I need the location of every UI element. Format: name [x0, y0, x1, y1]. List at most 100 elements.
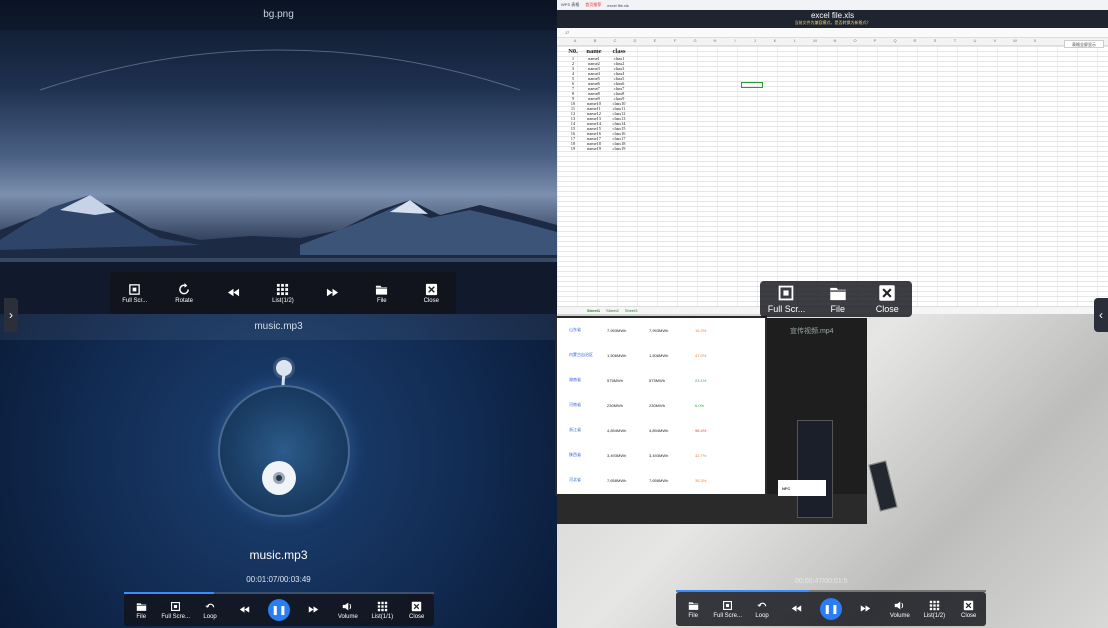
- file-button[interactable]: File: [365, 283, 399, 304]
- file-button[interactable]: File: [124, 601, 158, 620]
- slide-cell: 7,658MWh: [607, 477, 627, 483]
- table-cell[interactable]: name: [581, 48, 607, 56]
- column-letter[interactable]: N: [825, 38, 845, 45]
- close-icon: [411, 601, 422, 614]
- previous-button[interactable]: [780, 603, 814, 616]
- close-button[interactable]: Close: [400, 601, 434, 620]
- previous-button[interactable]: [217, 286, 251, 301]
- vinyl-disc: [218, 385, 350, 517]
- previous-button[interactable]: [228, 604, 262, 617]
- column-letter[interactable]: P: [865, 38, 885, 45]
- toolbar-label: File: [376, 297, 387, 304]
- toolbar-label: File: [830, 304, 845, 314]
- toolbar-label: Loop: [755, 612, 769, 619]
- toolbar-label: Volume: [337, 613, 358, 620]
- column-letter[interactable]: C: [605, 38, 625, 45]
- browser-tab[interactable]: 首页推荐: [585, 2, 601, 8]
- toolbar-label: File: [688, 612, 699, 619]
- column-letter[interactable]: M: [805, 38, 825, 45]
- file-button[interactable]: File: [821, 284, 855, 314]
- column-letter[interactable]: H: [705, 38, 725, 45]
- slide-cell: 230MWh: [607, 402, 624, 408]
- fullscreen-icon: [128, 283, 141, 298]
- sheet-tab[interactable]: Sheet1: [587, 308, 600, 313]
- list-1-2-button[interactable]: List(1/2): [266, 283, 300, 304]
- column-letter[interactable]: T: [945, 38, 965, 45]
- column-letter[interactable]: L: [785, 38, 805, 45]
- close-button[interactable]: Close: [870, 284, 904, 314]
- cell-reference[interactable]: J7: [557, 28, 1108, 38]
- column-letter[interactable]: X: [1025, 38, 1045, 45]
- volume-button[interactable]: Volume: [883, 600, 917, 619]
- column-letter[interactable]: S: [925, 38, 945, 45]
- column-letter[interactable]: Q: [885, 38, 905, 45]
- column-letter[interactable]: W: [1005, 38, 1025, 45]
- next-button[interactable]: [848, 603, 882, 616]
- full-scre-button[interactable]: Full Scre...: [711, 600, 745, 619]
- column-letter[interactable]: F: [665, 38, 685, 45]
- browser-tab[interactable]: WPS 表格: [561, 2, 579, 8]
- next-button[interactable]: [296, 604, 330, 617]
- nfc-label: NFC: [782, 485, 791, 491]
- rotate-button[interactable]: Rotate: [167, 282, 201, 304]
- toolbar-label: List(1/2): [923, 612, 946, 619]
- column-letter[interactable]: I: [725, 38, 745, 45]
- slide-cell: 山东省: [569, 327, 581, 332]
- selected-cell[interactable]: [741, 82, 763, 88]
- toolbar-label: Close: [961, 612, 977, 619]
- column-letter[interactable]: B: [585, 38, 605, 45]
- video-title: 宣传视频.mp4: [790, 328, 834, 335]
- browser-tab[interactable]: excel file.xls: [607, 3, 629, 8]
- expand-right-tab[interactable]: ‹: [1094, 298, 1108, 332]
- slide-row: 山东省 7,993MWh 7,993MWh 15.3%: [557, 318, 765, 342]
- table-cell[interactable]: class19: [607, 146, 631, 151]
- close-icon: [878, 284, 896, 304]
- loop-icon: [757, 600, 768, 613]
- table-cell[interactable]: name19: [581, 146, 607, 151]
- column-letter[interactable]: R: [905, 38, 925, 45]
- volume-button[interactable]: Volume: [331, 601, 365, 620]
- toolbar-label: List(1/2): [272, 297, 294, 304]
- table-cell[interactable]: 19: [565, 146, 581, 151]
- column-letter[interactable]: E: [645, 38, 665, 45]
- column-letter[interactable]: V: [985, 38, 1005, 45]
- slide-cell: 230MWh: [649, 402, 666, 408]
- file-button[interactable]: File: [676, 600, 710, 619]
- column-letter[interactable]: K: [765, 38, 785, 45]
- column-letter[interactable]: A: [565, 38, 585, 45]
- full-scr-button[interactable]: Full Scr...: [118, 283, 152, 304]
- slide-cell: 3,493MWh: [649, 452, 669, 458]
- column-letter[interactable]: D: [625, 38, 645, 45]
- list-1-1-button[interactable]: List(1/1): [365, 601, 399, 620]
- slide-cell: 7,993MWh: [607, 327, 627, 333]
- column-letter[interactable]: U: [965, 38, 985, 45]
- grid-list-icon: [276, 283, 289, 298]
- full-scre-button[interactable]: Full Scre...: [159, 601, 193, 620]
- list-1-2-button[interactable]: List(1/2): [917, 600, 951, 619]
- table-cell[interactable]: N0.: [565, 48, 581, 56]
- excel-notice: 当前文件为兼容模式，是否转换为新格式？: [794, 20, 871, 25]
- table-cell[interactable]: class: [607, 48, 631, 56]
- loop-button[interactable]: Loop: [193, 601, 227, 620]
- loop-button[interactable]: Loop: [745, 600, 779, 619]
- previous-icon: [227, 286, 240, 301]
- data-table: N0. name class 1 name1 class1 2 name2 class2 3 nam…: [565, 48, 631, 151]
- next-button[interactable]: [315, 286, 349, 301]
- column-letter[interactable]: G: [685, 38, 705, 45]
- close-button[interactable]: Close: [414, 283, 448, 304]
- sheet-grid[interactable]: [557, 46, 1108, 306]
- sheet-tab[interactable]: Sheet2: [606, 308, 619, 313]
- column-letter[interactable]: O: [845, 38, 865, 45]
- sheet-tab[interactable]: Sheet3: [625, 308, 638, 313]
- pause-button[interactable]: ❚❚: [262, 599, 296, 621]
- fullscreen-sheet-button[interactable]: 表格全屏显示: [1064, 40, 1104, 48]
- folder-icon: [829, 284, 847, 304]
- image-title: bg.png: [0, 0, 557, 30]
- column-letter[interactable]: J: [745, 38, 765, 45]
- full-scr-button[interactable]: Full Scr...: [768, 284, 805, 314]
- video-time: 00:00:47/00:01:5: [795, 578, 848, 585]
- expand-left-tab[interactable]: ›: [4, 298, 18, 332]
- pause-button[interactable]: ❚❚: [814, 598, 848, 620]
- toolbar-label: List(1/1): [371, 613, 394, 620]
- close-button[interactable]: Close: [952, 600, 986, 619]
